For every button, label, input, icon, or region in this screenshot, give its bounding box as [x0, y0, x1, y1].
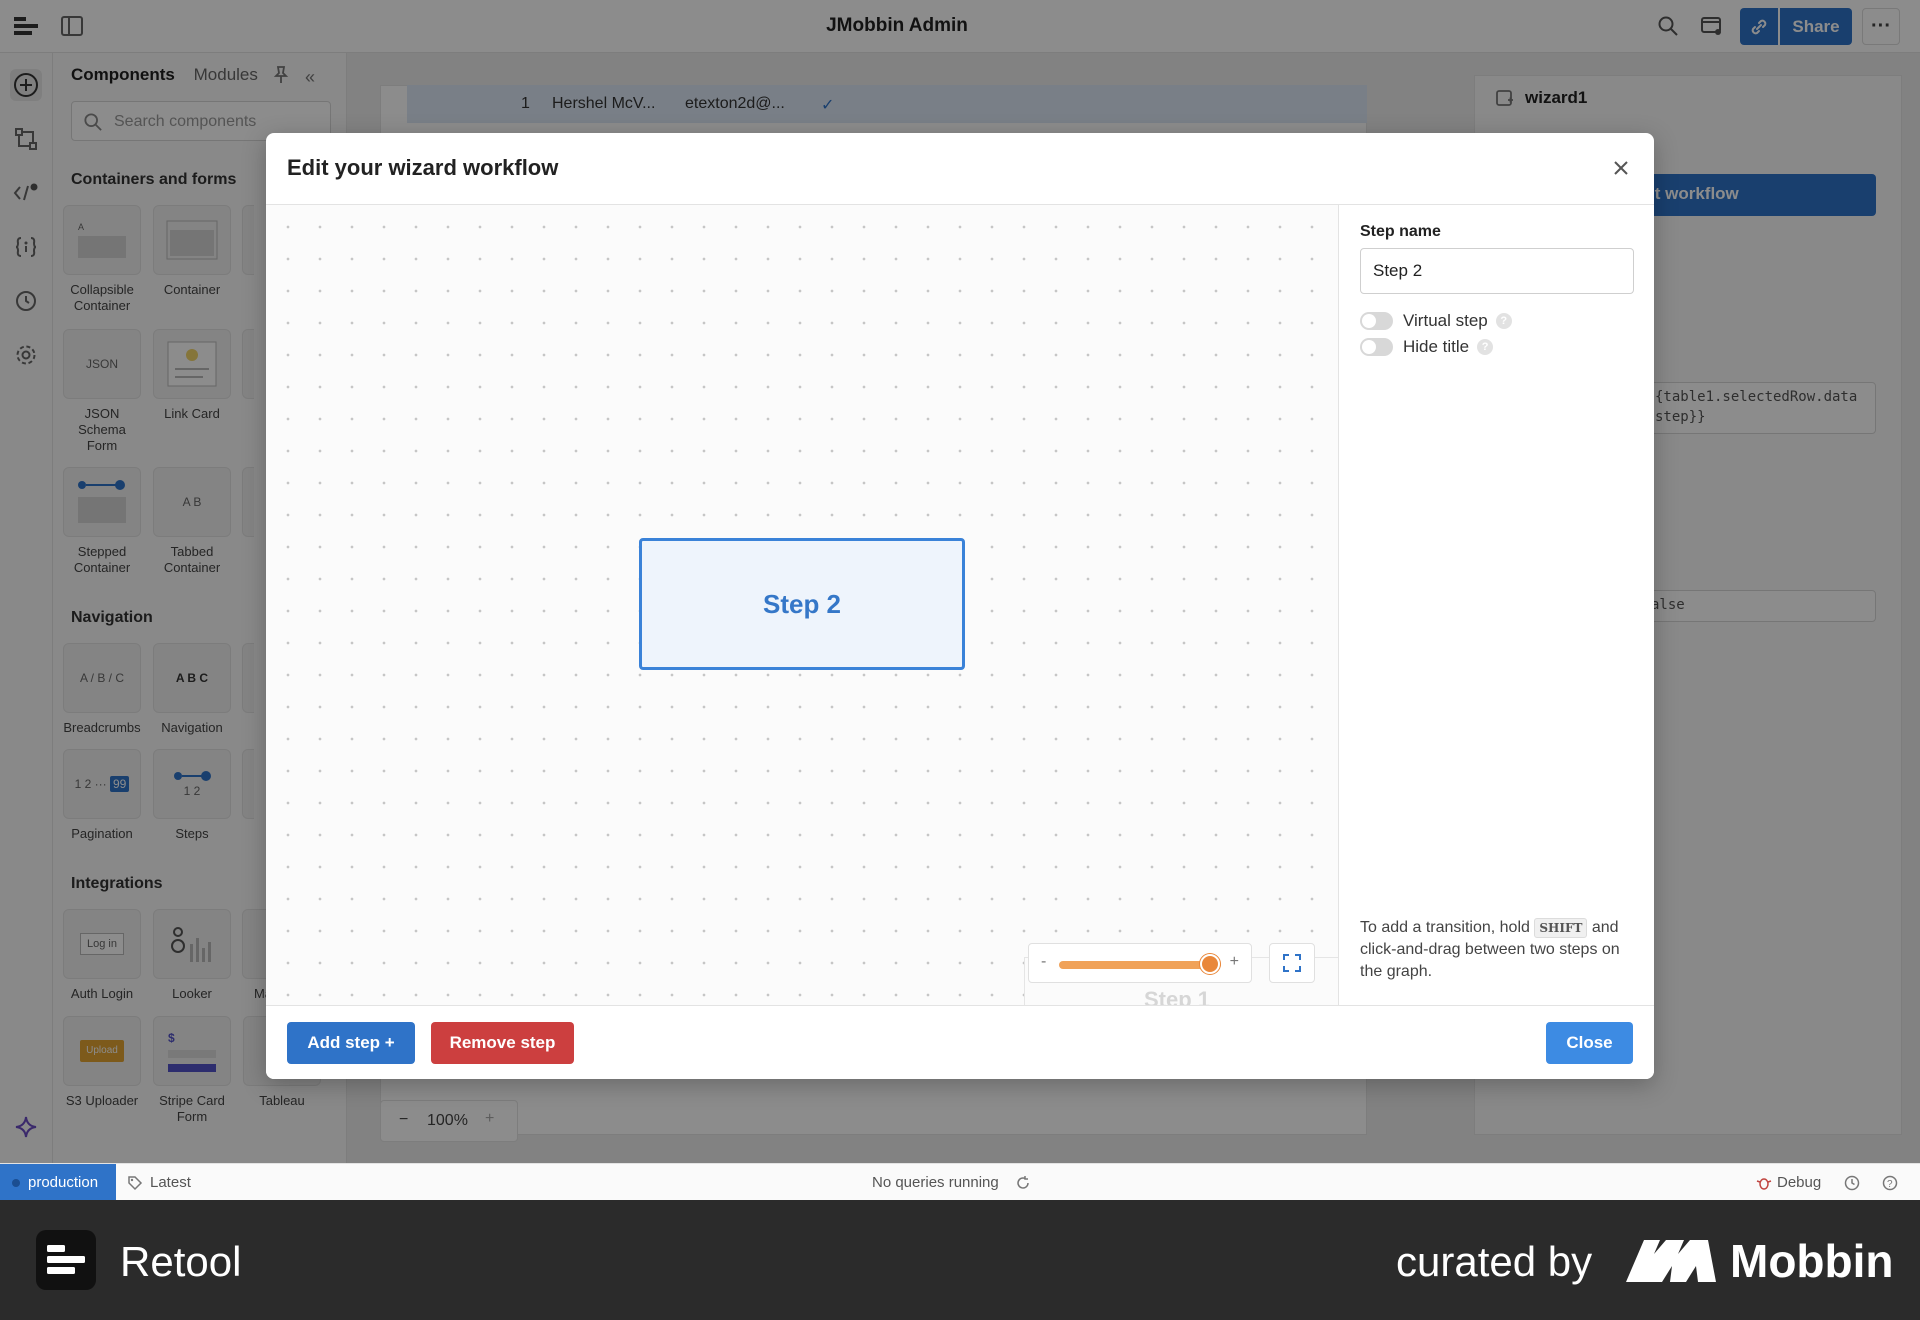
- remove-step-button[interactable]: Remove step: [431, 1022, 574, 1064]
- query-status: No queries running: [872, 1174, 999, 1191]
- virtual-step-label: Virtual step: [1403, 311, 1488, 330]
- bug-icon: [1756, 1178, 1772, 1190]
- graph-zoom-slider[interactable]: - +: [1028, 943, 1252, 983]
- help-icon: ?: [1882, 1175, 1898, 1191]
- curated-by-label: curated by: [1396, 1238, 1593, 1285]
- virtual-step-row: Virtual step ?: [1360, 309, 1512, 333]
- brand-name: Retool: [120, 1238, 242, 1285]
- add-step-button[interactable]: Add step +: [287, 1022, 415, 1064]
- step-settings: Step name Virtual step ? Hide title ? To…: [1338, 205, 1654, 1005]
- transition-hint: To add a transition, hold SHIFT and clic…: [1360, 918, 1620, 980]
- debug-button[interactable]: Debug: [1777, 1174, 1821, 1191]
- svg-text:?: ?: [1887, 1179, 1893, 1190]
- step-node[interactable]: Step 2: [639, 538, 965, 670]
- ghost-step-label: Step 1: [1144, 987, 1211, 1005]
- version-label[interactable]: Latest: [150, 1174, 191, 1191]
- help-icon[interactable]: ?: [1495, 313, 1512, 329]
- zoom-in-icon[interactable]: +: [1230, 953, 1239, 971]
- close-button[interactable]: Close: [1546, 1022, 1633, 1064]
- mobbin-logo-icon: [1626, 1240, 1716, 1282]
- tag-icon: [128, 1176, 143, 1191]
- step-name-input[interactable]: [1360, 248, 1634, 294]
- zoom-out-icon[interactable]: -: [1041, 953, 1046, 971]
- wizard-workflow-modal: Edit your wizard workflow Step 2 Step 1 …: [266, 133, 1654, 1079]
- status-bar: production Latest No queries running Deb…: [0, 1163, 1920, 1201]
- environment-selector[interactable]: production: [0, 1164, 116, 1201]
- modal-header: Edit your wizard workflow: [266, 133, 1654, 205]
- ghost-step-label-clip: Step 1: [1144, 981, 1324, 1005]
- modal-footer: Add step + Remove step Close: [266, 1005, 1654, 1079]
- workflow-graph[interactable]: Step 2: [266, 205, 1344, 1017]
- zoom-slider-track[interactable]: [1059, 961, 1221, 969]
- hide-title-row: Hide title ?: [1360, 335, 1494, 359]
- refresh-icon: [1017, 1176, 1029, 1189]
- mobbin-wordmark: Mobbin: [1730, 1235, 1894, 1287]
- step-name-label: Step name: [1360, 223, 1441, 240]
- zoom-slider-thumb[interactable]: [1199, 954, 1220, 974]
- virtual-step-toggle[interactable]: [1360, 312, 1393, 330]
- help-icon[interactable]: ?: [1477, 339, 1494, 355]
- fit-view-button[interactable]: [1269, 943, 1315, 983]
- expand-icon: [1283, 954, 1301, 972]
- history-icon: [1844, 1175, 1860, 1191]
- retool-logo: [36, 1230, 96, 1290]
- modal-title: Edit your wizard workflow: [287, 155, 559, 180]
- brand-footer: Retool curated by Mobbin: [0, 1200, 1920, 1320]
- shift-key: SHIFT: [1534, 918, 1588, 938]
- hide-title-label: Hide title: [1403, 337, 1470, 356]
- close-icon[interactable]: [1606, 153, 1636, 183]
- hide-title-toggle[interactable]: [1360, 338, 1393, 356]
